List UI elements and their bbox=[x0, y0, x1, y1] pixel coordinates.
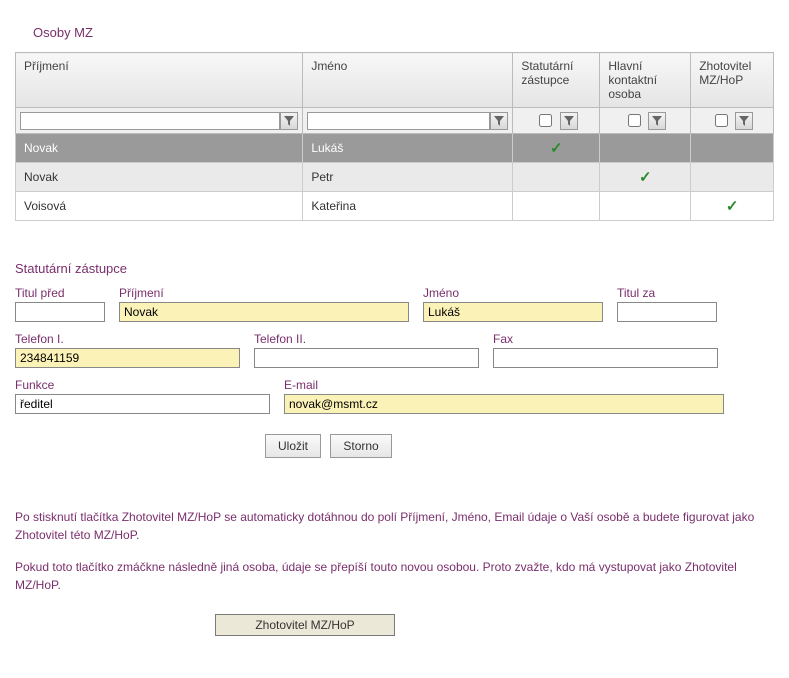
filter-contact-checkbox[interactable] bbox=[628, 114, 641, 127]
table-row[interactable]: NovakPetr ✓ bbox=[16, 163, 774, 192]
input-role[interactable] bbox=[15, 394, 270, 414]
table-cell bbox=[600, 134, 691, 163]
col-zhotovitel[interactable]: Zhotovitel MZ/HoP bbox=[691, 53, 774, 108]
label-phone2: Telefon II. bbox=[254, 332, 479, 346]
col-statutory[interactable]: Statutární zástupce bbox=[513, 53, 600, 108]
col-surname[interactable]: Příjmení bbox=[16, 53, 303, 108]
form-heading: Statutární zástupce bbox=[15, 261, 774, 276]
checkmark-icon: ✓ bbox=[550, 140, 563, 157]
label-title-before: Titul před bbox=[15, 286, 105, 300]
save-button[interactable]: Uložit bbox=[265, 434, 321, 458]
col-contact[interactable]: Hlavní kontaktní osoba bbox=[600, 53, 691, 108]
label-surname: Příjmení bbox=[119, 286, 409, 300]
input-title-after[interactable] bbox=[617, 302, 717, 322]
table-cell: Voisová bbox=[16, 192, 303, 221]
input-firstname[interactable] bbox=[423, 302, 603, 322]
table-cell: Novak bbox=[16, 134, 303, 163]
persons-table: Příjmení Jméno Statutární zástupce Hlavn… bbox=[15, 52, 774, 221]
cancel-button[interactable]: Storno bbox=[330, 434, 391, 458]
table-cell bbox=[513, 163, 600, 192]
form-section: Statutární zástupce Titul před Příjmení … bbox=[15, 261, 774, 458]
info-paragraph-1: Po stisknutí tlačítka Zhotovitel MZ/HoP … bbox=[15, 508, 774, 544]
label-role: Funkce bbox=[15, 378, 270, 392]
filter-zhotovitel-checkbox[interactable] bbox=[715, 114, 728, 127]
zhotovitel-button[interactable]: Zhotovitel MZ/HoP bbox=[215, 614, 395, 636]
filter-statutory-checkbox[interactable] bbox=[539, 114, 552, 127]
table-cell: Novak bbox=[16, 163, 303, 192]
label-firstname: Jméno bbox=[423, 286, 603, 300]
section-title: Osoby MZ bbox=[33, 25, 774, 40]
table-cell: ✓ bbox=[600, 163, 691, 192]
table-cell: Kateřina bbox=[303, 192, 513, 221]
table-cell bbox=[513, 192, 600, 221]
table-cell bbox=[691, 134, 774, 163]
input-title-before[interactable] bbox=[15, 302, 105, 322]
table-cell bbox=[691, 163, 774, 192]
table-cell: ✓ bbox=[691, 192, 774, 221]
label-phone1: Telefon I. bbox=[15, 332, 240, 346]
input-phone2[interactable] bbox=[254, 348, 479, 368]
checkmark-icon: ✓ bbox=[726, 198, 739, 215]
input-email[interactable] bbox=[284, 394, 724, 414]
filter-icon[interactable] bbox=[560, 112, 578, 130]
table-row[interactable]: NovakLukáš ✓ bbox=[16, 134, 774, 163]
table-cell: Petr bbox=[303, 163, 513, 192]
table-cell: ✓ bbox=[513, 134, 600, 163]
info-paragraph-2: Pokud toto tlačítko zmáčkne následně jin… bbox=[15, 558, 774, 594]
filter-surname-input[interactable] bbox=[20, 112, 280, 130]
table-cell: Lukáš bbox=[303, 134, 513, 163]
filter-icon[interactable] bbox=[648, 112, 666, 130]
label-email: E-mail bbox=[284, 378, 724, 392]
col-firstname[interactable]: Jméno bbox=[303, 53, 513, 108]
table-cell bbox=[600, 192, 691, 221]
filter-icon[interactable] bbox=[490, 112, 508, 130]
filter-icon[interactable] bbox=[280, 112, 298, 130]
label-fax: Fax bbox=[493, 332, 718, 346]
info-text: Po stisknutí tlačítka Zhotovitel MZ/HoP … bbox=[15, 508, 774, 594]
filter-firstname-input[interactable] bbox=[307, 112, 490, 130]
filter-icon[interactable] bbox=[735, 112, 753, 130]
checkmark-icon: ✓ bbox=[639, 169, 652, 186]
input-phone1[interactable] bbox=[15, 348, 240, 368]
label-title-after: Titul za bbox=[617, 286, 717, 300]
input-fax[interactable] bbox=[493, 348, 718, 368]
input-surname[interactable] bbox=[119, 302, 409, 322]
table-row[interactable]: VoisováKateřina ✓ bbox=[16, 192, 774, 221]
